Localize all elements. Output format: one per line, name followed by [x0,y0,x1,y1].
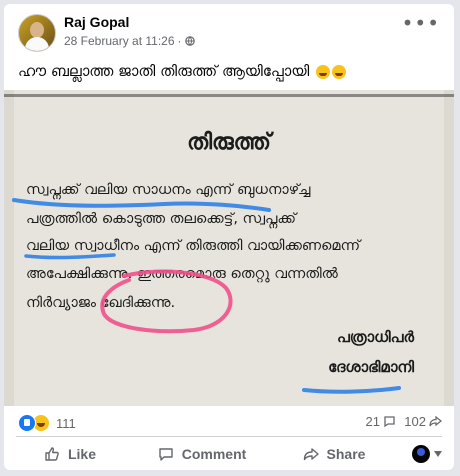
like-button[interactable]: Like [4,446,136,462]
share-label: Share [326,446,366,462]
comment-count[interactable]: 21 [366,414,396,429]
pink-circle-mark [100,269,233,334]
like-label: Like [67,446,96,462]
author-name[interactable]: Raj Gopal [64,14,129,30]
meta-separator: · [177,34,182,48]
post-actions: Like Comment Share [4,438,454,470]
share-button[interactable]: Share [268,446,400,462]
comment-button[interactable]: Comment [136,446,268,462]
post-image[interactable]: തിരുത്ത് സ്വപ്നക്ക് വലിയ സാധനം എന്ന് ബുധ… [4,90,454,406]
profile-avatar [412,445,430,463]
share-count[interactable]: 102 [404,414,442,429]
blue-underline-mark [24,253,116,260]
comment-icon [159,448,173,461]
reaction-count: 111 [56,415,76,431]
actions-divider [16,436,442,437]
laughing-emoji-icon [316,64,331,79]
reactions-summary[interactable]: 111 [18,414,76,432]
comment-bubble-icon [384,416,395,428]
comment-count-value: 21 [365,414,380,429]
globe-icon[interactable] [184,36,195,46]
blue-underline-mark [302,386,401,394]
share-icon [303,448,319,461]
share-arrow-icon [429,415,442,427]
more-options-button[interactable]: ••• [402,13,440,33]
caption-text: ഹൗ ബല്ലാത്ത ജാതി തിരുത്ത് ആയിപ്പോയി [18,62,310,80]
laughing-emoji-icon [332,64,347,79]
post-caption: ഹൗ ബല്ലാത്ത ജാതി തിരുത്ത് ആയിപ്പോയി [18,62,347,80]
post-stats: 111 21 102 [4,406,454,436]
chevron-down-icon [434,451,442,457]
post-header: Raj Gopal 28 February at 11:26 · ••• [4,4,454,56]
annotation-marks [12,198,401,394]
share-count-value: 102 [404,414,426,429]
author-avatar[interactable] [18,14,56,52]
post-timestamp[interactable]: 28 February at 11:26 [64,34,175,48]
comment-label: Comment [181,446,247,462]
blue-underline-mark [12,198,271,212]
like-reaction-icon [18,414,36,432]
thumbs-up-icon [45,447,59,461]
post-card: Raj Gopal 28 February at 11:26 · ••• ഹൗ … [4,4,454,470]
post-meta: 28 February at 11:26 · [64,34,195,48]
react-as-profile-button[interactable] [400,445,454,463]
